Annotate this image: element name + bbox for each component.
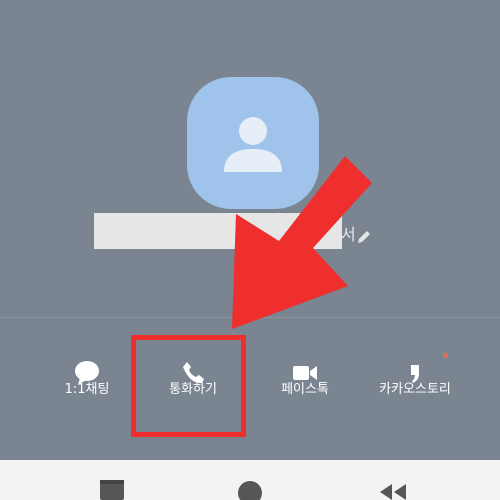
facetalk-button-label: 페이스톡 xyxy=(281,382,329,397)
profile-name-redacted xyxy=(94,213,342,249)
pencil-icon[interactable] xyxy=(355,228,373,246)
system-navigation-bar xyxy=(0,460,500,500)
new-badge xyxy=(443,353,448,358)
profile-name-tail: 서 xyxy=(341,225,356,244)
profile-screen: 서 1:1채팅 통화하기 페이스톡 카카오스토리 xyxy=(0,0,500,500)
kakaostory-button-label: 카카오스토리 xyxy=(379,382,451,397)
annotation-highlight-box xyxy=(131,335,246,437)
chat-button-label: 1:1채팅 xyxy=(64,382,110,397)
action-row: 1:1채팅 통화하기 페이스톡 카카오스토리 xyxy=(0,330,500,440)
person-silhouette-icon xyxy=(224,117,282,172)
chat-button[interactable]: 1:1채팅 xyxy=(32,350,142,430)
profile-avatar[interactable] xyxy=(187,77,319,209)
back-icon[interactable] xyxy=(372,460,412,500)
divider xyxy=(0,317,500,318)
facetalk-button[interactable]: 페이스톡 xyxy=(250,350,360,430)
recent-apps-icon[interactable] xyxy=(92,460,132,500)
kakaostory-button[interactable]: 카카오스토리 xyxy=(360,350,470,430)
home-icon[interactable] xyxy=(230,460,270,500)
